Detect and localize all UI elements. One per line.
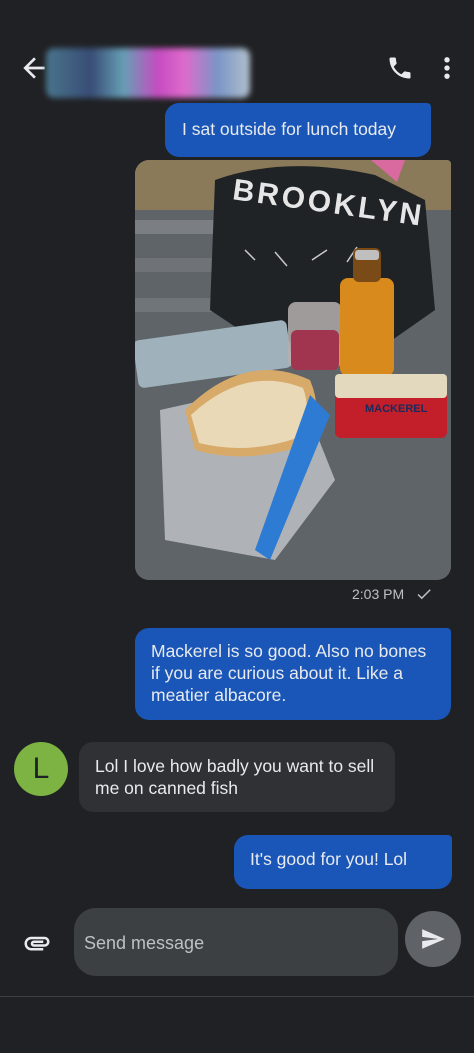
send-button[interactable] [405,911,461,967]
message-bubble-outgoing[interactable]: I sat outside for lunch today [165,103,431,157]
top-app-bar [0,0,474,100]
photo-text-mackerel: MACKEREL [365,403,428,415]
message-bubble-incoming[interactable]: Lol I love how badly you want to sell me… [79,742,395,812]
message-bubble-outgoing[interactable]: Mackerel is so good. Also no bones if yo… [135,628,451,720]
phone-icon[interactable] [386,54,414,82]
message-timestamp: 2:03 PM [352,586,405,602]
message-photo[interactable]: BROOKLYN MACKEREL [135,160,451,580]
lunch-photo-image: BROOKLYN MACKEREL [135,160,451,580]
avatar-letter: L [32,752,50,785]
message-input[interactable] [82,908,386,978]
contact-name-obscured[interactable] [46,48,250,98]
attachment-icon[interactable] [22,928,52,958]
avatar[interactable]: L [14,742,68,796]
check-icon [417,589,431,600]
more-vert-icon[interactable] [440,54,454,82]
message-bubble-outgoing[interactable]: It's good for you! Lol [234,835,452,889]
compose-field[interactable] [74,908,398,978]
bottom-divider [0,996,474,997]
send-icon [422,929,445,949]
